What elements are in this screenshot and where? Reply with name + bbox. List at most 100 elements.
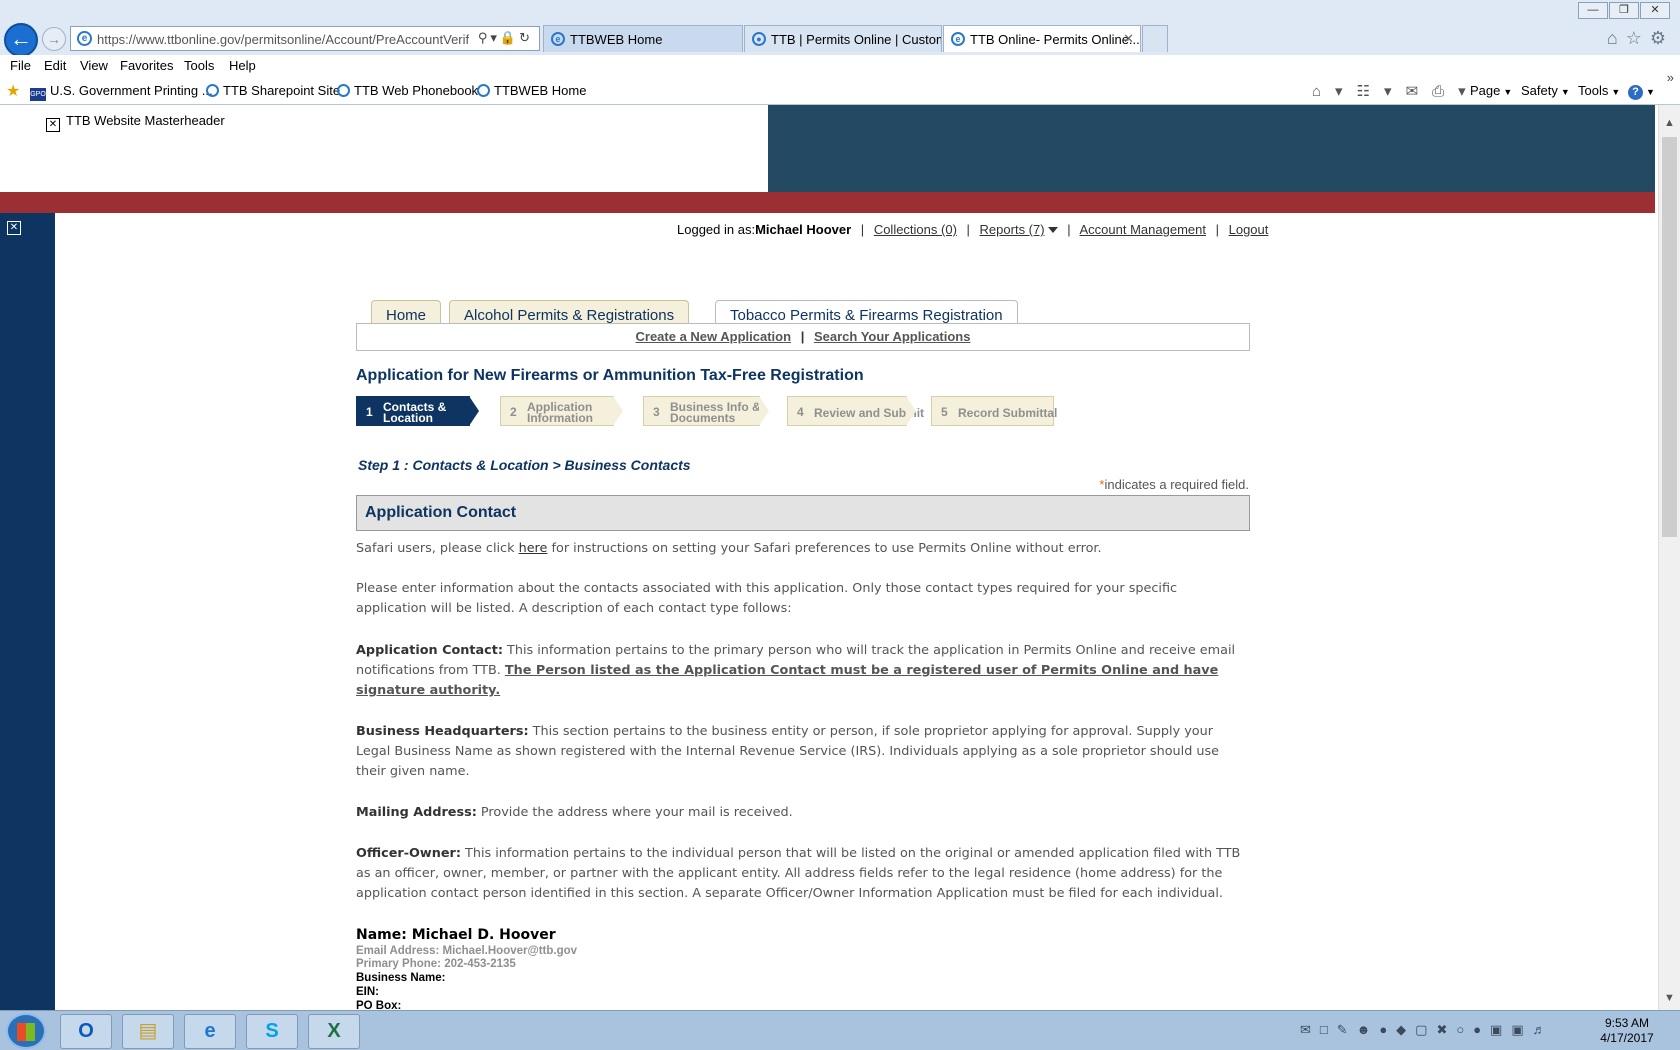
cmd-tools[interactable]: Tools ▼ <box>1578 83 1620 98</box>
vertical-scrollbar[interactable]: ▲ ▼ <box>1658 105 1680 1010</box>
system-tray-icons[interactable]: ✉□✎☻●◆▢✖○●▣▣♬ <box>1300 1022 1555 1038</box>
page-viewport: ✕ TTB Website Masterheader ✕ Logged in as… <box>0 105 1658 1010</box>
user-bar: Logged in as:Michael Hoover | Collection… <box>677 222 1269 237</box>
tab-title: TTB Online- Permits Online... <box>970 32 1140 47</box>
safari-instructions-link[interactable]: here <box>519 541 548 556</box>
ie-page-icon <box>206 84 219 97</box>
address-bar[interactable]: e https://www.ttbonline.gov/permitsonlin… <box>70 26 540 51</box>
minimize-icon[interactable]: — <box>1578 2 1608 19</box>
step-4[interactable]: 4 Review and Submit <box>787 396 924 426</box>
step-5[interactable]: 5 Record Submittal <box>931 396 1057 426</box>
scroll-down-icon[interactable]: ▼ <box>1664 992 1675 1004</box>
favorites-star-icon[interactable]: ☆ <box>1626 28 1650 48</box>
tab-permits-online-custom[interactable]: ● TTB | Permits Online | Custom... <box>744 25 942 52</box>
fav-phonebook[interactable]: TTB Web Phonebook <box>337 83 478 98</box>
ie-page-icon: e <box>77 31 92 46</box>
menu-tools[interactable]: Tools <box>184 58 214 73</box>
masthead-red-band <box>0 192 1655 213</box>
reports-link[interactable]: Reports (7) <box>980 222 1045 237</box>
create-application-link[interactable]: Create a New Application <box>636 329 792 344</box>
sub-navigation: Create a New Application | Search Your A… <box>356 323 1250 351</box>
taskbar-clock[interactable]: 9:53 AM 4/17/2017 <box>1592 1016 1662 1046</box>
logout-link[interactable]: Logout <box>1229 222 1269 237</box>
ie-page-icon <box>337 84 350 97</box>
command-bar-icons: ⌂▾☷▾✉⎙▾ <box>1312 82 1480 100</box>
mailing-desc: Mailing Address: Provide the address whe… <box>356 805 793 820</box>
account-management-link[interactable]: Account Management <box>1080 222 1206 237</box>
skype-taskbar-icon[interactable]: S <box>246 1014 298 1049</box>
fav-gpo[interactable]: GPO U.S. Government Printing ... <box>30 83 213 101</box>
windows-taskbar: O ▤ e S X ✉□✎☻●◆▢✖○●▣▣♬ 9:53 AM 4/17/201… <box>0 1010 1680 1050</box>
chevron-down-icon: ▼ <box>1503 87 1513 97</box>
address-tools-icons[interactable]: ⚲▾🔒↻ <box>478 30 533 46</box>
step-1[interactable]: 1 Contacts & Location <box>356 396 479 426</box>
scroll-up-icon[interactable]: ▲ <box>1664 117 1675 129</box>
hq-desc: Business Headquarters: This section pert… <box>356 724 1220 779</box>
ie-tab-icon: e <box>951 32 965 46</box>
user-name: Michael Hoover <box>755 222 852 237</box>
broken-image-icon: ✕ <box>46 118 60 132</box>
arrow-left-icon: ← <box>10 26 32 51</box>
browser-right-icons: ⌂☆⚙ <box>1607 28 1674 49</box>
gpo-icon: GPO <box>30 88 46 101</box>
windows-logo-icon <box>17 1023 35 1041</box>
start-button[interactable] <box>6 1013 46 1049</box>
home-icon[interactable]: ⌂ <box>1607 28 1626 48</box>
officer-desc: Officer-Owner: This information pertains… <box>356 846 1241 901</box>
contact-phone: Primary Phone: 202-453-2135 <box>356 958 516 970</box>
restore-icon[interactable]: ❐ <box>1609 2 1639 19</box>
cmd-help[interactable]: ? ▼ <box>1628 83 1655 100</box>
step-2[interactable]: 2 Application Information <box>500 396 623 426</box>
intro-text: Please enter information about the conta… <box>356 581 1178 616</box>
new-tab-button[interactable] <box>1142 25 1168 52</box>
business-name-label: Business Name: <box>356 972 446 984</box>
tab-title: TTB | Permits Online | Custom... <box>771 32 942 47</box>
home-icon[interactable]: ⌂▾ <box>1312 83 1357 100</box>
menu-view[interactable]: View <box>80 58 108 73</box>
masthead-left: ✕ TTB Website Masterheader <box>0 105 768 192</box>
browser-toolbar: ← → e https://www.ttbonline.gov/permitso… <box>0 0 1680 57</box>
ttb-seal-icon: ● <box>752 32 766 46</box>
menu-help[interactable]: Help <box>229 58 256 73</box>
menu-edit[interactable]: Edit <box>44 58 66 73</box>
chevron-down-icon: ▼ <box>1646 87 1655 97</box>
close-window-icon[interactable]: ✕ <box>1640 2 1670 19</box>
section-header: Application Contact <box>356 495 1250 531</box>
gear-icon[interactable]: ⚙ <box>1650 28 1674 48</box>
required-field-note: *indicates a required field. <box>1099 477 1249 492</box>
outlook-taskbar-icon[interactable]: O <box>60 1014 112 1049</box>
fav-sharepoint[interactable]: TTB Sharepoint Site <box>206 83 340 98</box>
logged-in-label: Logged in as: <box>677 222 756 237</box>
tab-ttbweb-home[interactable]: e TTBWEB Home <box>543 25 743 52</box>
tab-title: TTBWEB Home <box>570 32 663 47</box>
ie-page-icon <box>477 84 490 97</box>
collections-link[interactable]: Collections (0) <box>874 222 957 237</box>
fav-ttbweb-home[interactable]: TTBWEB Home <box>477 83 586 98</box>
chevron-right-icon[interactable]: » <box>1667 70 1674 85</box>
step-3[interactable]: 3 Business Info & Documents <box>643 396 769 426</box>
safari-note: Safari users, please click here for inst… <box>356 541 1102 556</box>
dropdown-arrow-icon[interactable] <box>1047 227 1058 233</box>
cmd-page[interactable]: Page ▼ <box>1470 83 1512 98</box>
rss-icon[interactable]: ☷▾ <box>1357 83 1406 100</box>
scroll-thumb[interactable] <box>1662 137 1677 537</box>
tab-permits-online-active[interactable]: e TTB Online- Permits Online... ✕ <box>943 25 1141 52</box>
excel-taskbar-icon[interactable]: X <box>308 1014 360 1049</box>
file-explorer-taskbar-icon[interactable]: ▤ <box>122 1014 174 1049</box>
ein-label: EIN: <box>356 986 379 998</box>
menu-favorites[interactable]: Favorites <box>120 58 173 73</box>
menu-file[interactable]: File <box>10 58 31 73</box>
close-tab-icon[interactable]: ✕ <box>1123 31 1134 47</box>
address-url[interactable]: https://www.ttbonline.gov/permitsonline/… <box>97 32 469 47</box>
favorites-star-icon[interactable]: ★ <box>6 81 20 101</box>
cmd-safety[interactable]: Safety ▼ <box>1521 83 1570 98</box>
masthead-broken-image: ✕ TTB Website Masterheader <box>46 113 225 132</box>
ie-taskbar-icon[interactable]: e <box>184 1014 236 1049</box>
mail-icon[interactable]: ✉ <box>1406 83 1433 100</box>
chevron-down-icon: ▼ <box>1611 87 1621 97</box>
back-button[interactable]: ← <box>4 23 38 57</box>
search-applications-link[interactable]: Search Your Applications <box>814 329 971 344</box>
ie-tab-icon: e <box>551 32 565 46</box>
forward-button[interactable]: → <box>42 27 66 51</box>
window-controls: — ❐ ✕ <box>1570 0 1680 20</box>
